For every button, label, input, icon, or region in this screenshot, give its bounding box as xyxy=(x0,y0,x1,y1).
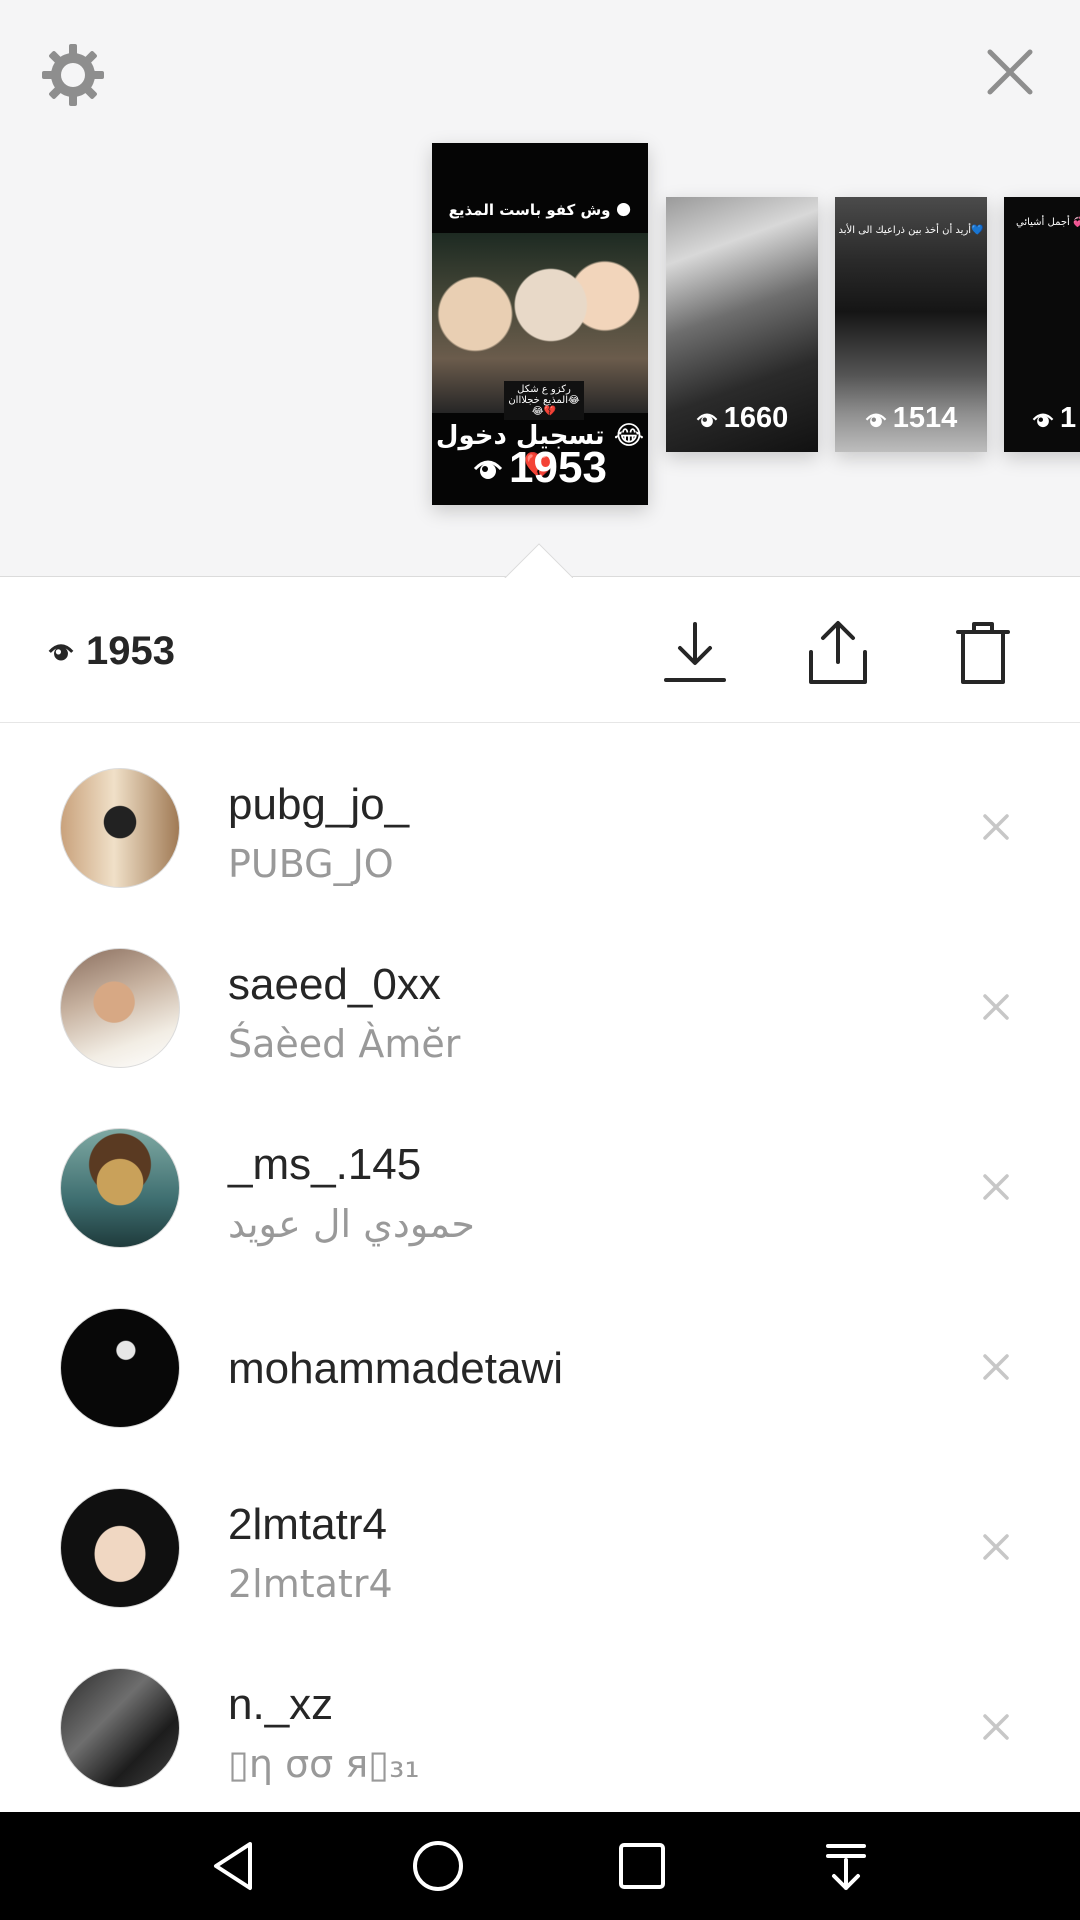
share-icon xyxy=(809,621,867,684)
download-button[interactable] xyxy=(660,618,730,688)
dismiss-icon xyxy=(983,814,1009,840)
dismiss-icon xyxy=(983,1534,1009,1560)
story-view-count-value: 1953 xyxy=(509,443,607,492)
viewer-row[interactable]: n._xz ▯η σσ я▯₃₁ xyxy=(0,1624,1080,1804)
viewer-username[interactable]: saeed_0xx xyxy=(228,960,441,1010)
avatar[interactable] xyxy=(60,1668,180,1788)
story-tray: وش كفو باست المذيع 🌑 ركزو ع شكل المذيع خ… xyxy=(0,0,1080,577)
dismiss-viewer-button[interactable] xyxy=(980,991,1012,1023)
avatar[interactable] xyxy=(60,1128,180,1248)
dismiss-icon xyxy=(983,1714,1009,1740)
viewer-fullname: 2lmtatr4 xyxy=(228,1562,393,1606)
story-caption-top: أريد أن أخذ بين ذراعيك الى الأبد💙 xyxy=(838,225,984,236)
viewer-count: 1953 xyxy=(48,628,175,674)
eye-icon xyxy=(473,460,503,479)
avatar[interactable] xyxy=(60,1308,180,1428)
story-view-count: 1514 xyxy=(835,402,987,435)
viewer-count-value: 1953 xyxy=(86,628,175,673)
viewer-row[interactable]: pubg_jo_ PUBG_JO xyxy=(0,724,1080,904)
story-action-bar: 1953 xyxy=(0,578,1080,723)
story-thumbnail[interactable]: أجمل أشيائي 💞 1 xyxy=(1004,197,1080,452)
selection-caret xyxy=(503,543,573,578)
story-caption-top: وش كفو باست المذيع 🌑 xyxy=(448,201,632,219)
home-button[interactable] xyxy=(408,1836,468,1896)
back-triangle-icon xyxy=(214,1842,252,1890)
viewer-username[interactable]: mohammadetawi xyxy=(228,1344,563,1394)
dismiss-viewer-button[interactable] xyxy=(980,811,1012,843)
dismiss-icon xyxy=(983,1174,1009,1200)
delete-button[interactable] xyxy=(948,618,1018,688)
home-circle-icon xyxy=(413,1841,463,1891)
viewer-username[interactable]: pubg_jo_ xyxy=(228,780,409,830)
pull-down-icon xyxy=(826,1844,866,1890)
gear-icon xyxy=(42,44,104,106)
avatar[interactable] xyxy=(60,1488,180,1608)
avatar[interactable] xyxy=(60,768,180,888)
download-icon xyxy=(664,622,726,682)
recent-apps-button[interactable] xyxy=(612,1836,672,1896)
close-icon xyxy=(987,49,1033,95)
eye-icon xyxy=(696,413,718,427)
story-caption-mid: ركزو ع شكل المذيع خجلااان😂😂💔 xyxy=(504,381,584,420)
viewer-fullname: Śaèed Àmĕr xyxy=(228,1022,461,1066)
system-navigation-bar xyxy=(0,1812,1080,1920)
avatar[interactable] xyxy=(60,948,180,1068)
viewer-row[interactable]: 2lmtatr4 2lmtatr4 xyxy=(0,1444,1080,1624)
recent-square-icon xyxy=(619,1843,665,1889)
story-thumbnail[interactable]: 1660 xyxy=(666,197,818,452)
story-view-count: 1 xyxy=(1004,402,1080,435)
viewer-row[interactable]: _ms_.145 حمودي ال عويد xyxy=(0,1084,1080,1264)
story-caption-top: أجمل أشيائي 💞 xyxy=(1016,217,1080,228)
story-view-count-value: 1660 xyxy=(723,402,789,434)
viewer-username[interactable]: _ms_.145 xyxy=(228,1140,421,1190)
story-view-count: 1953 xyxy=(432,443,648,493)
story-thumbnail[interactable]: أريد أن أخذ بين ذراعيك الى الأبد💙 1514 xyxy=(835,197,987,452)
viewer-username[interactable]: 2lmtatr4 xyxy=(228,1500,387,1550)
dismiss-viewer-button[interactable] xyxy=(980,1531,1012,1563)
dismiss-viewer-button[interactable] xyxy=(980,1351,1012,1383)
settings-button[interactable] xyxy=(38,40,108,110)
dismiss-viewer-button[interactable] xyxy=(980,1171,1012,1203)
eye-icon xyxy=(48,644,74,661)
notification-pull-button[interactable] xyxy=(816,1836,876,1896)
viewer-row[interactable]: mohammadetawi xyxy=(0,1264,1080,1444)
eye-icon xyxy=(865,413,887,427)
dismiss-icon xyxy=(983,1354,1009,1380)
viewer-fullname: PUBG_JO xyxy=(228,842,394,886)
dismiss-icon xyxy=(983,994,1009,1020)
story-thumbnail-selected[interactable]: وش كفو باست المذيع 🌑 ركزو ع شكل المذيع خ… xyxy=(432,143,648,505)
dismiss-viewer-button[interactable] xyxy=(980,1711,1012,1743)
story-view-count-value: 1 xyxy=(1060,402,1077,434)
viewer-fullname: حمودي ال عويد xyxy=(228,1202,475,1246)
viewer-fullname: ▯η σσ я▯₃₁ xyxy=(228,1742,420,1786)
viewer-row[interactable]: saeed_0xx Śaèed Àmĕr xyxy=(0,904,1080,1084)
story-view-count: 1660 xyxy=(666,402,818,435)
close-button[interactable] xyxy=(980,42,1040,102)
trash-icon xyxy=(956,622,1010,684)
story-view-count-value: 1514 xyxy=(892,402,958,434)
viewers-list: pubg_jo_ PUBG_JO saeed_0xx Śaèed Àmĕr _m… xyxy=(0,724,1080,1804)
viewer-username[interactable]: n._xz xyxy=(228,1680,333,1730)
back-button[interactable] xyxy=(204,1836,264,1896)
share-button[interactable] xyxy=(803,618,873,688)
eye-icon xyxy=(1032,413,1054,427)
